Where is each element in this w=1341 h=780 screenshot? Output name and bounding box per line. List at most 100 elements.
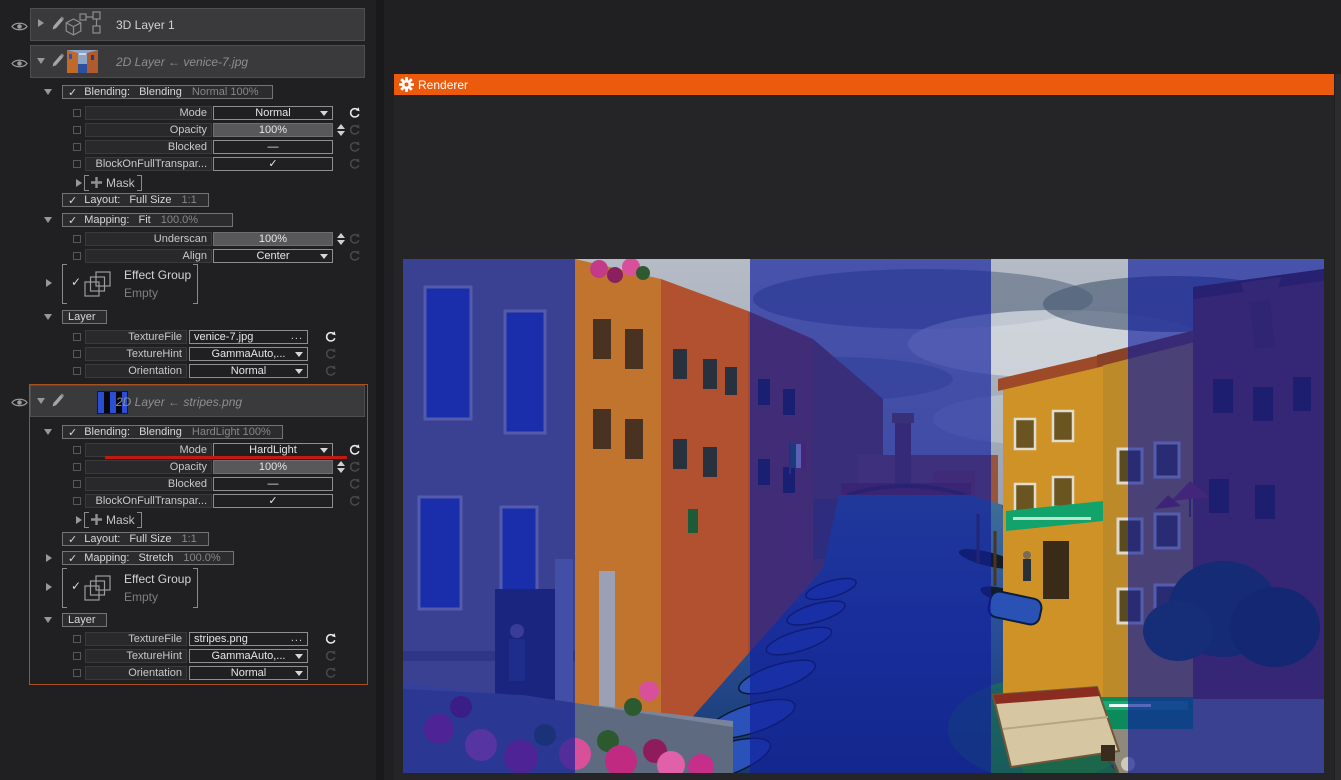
animate-checkbox[interactable]	[73, 235, 81, 243]
expander-collapsed-icon[interactable]	[38, 19, 44, 27]
stripes-orientation-row: Orientation Normal	[0, 666, 368, 682]
opacity-input[interactable]: 100%	[213, 123, 333, 137]
venice-mapping-header[interactable]: ✓ Mapping: Fit 100.0%	[62, 213, 233, 227]
value-stepper[interactable]	[337, 124, 346, 137]
animate-checkbox[interactable]	[73, 109, 81, 117]
blockonfull-label: BlockOnFullTranspar...	[85, 157, 212, 171]
texturehint-dropdown[interactable]: GammaAuto,...	[189, 649, 308, 663]
pencil-icon	[51, 16, 64, 36]
reset-icon[interactable]	[348, 141, 360, 153]
animate-checkbox[interactable]	[73, 635, 81, 643]
expander-collapsed-icon[interactable]	[46, 279, 52, 287]
blocked-toggle[interactable]: —	[213, 477, 333, 491]
venice-blending-header[interactable]: ✓ Blending: Blending Normal 100%	[62, 85, 273, 99]
blockonfull-toggle[interactable]: ✓	[213, 494, 333, 508]
align-dropdown[interactable]: Center	[213, 249, 333, 263]
opacity-input[interactable]: 100%	[213, 460, 333, 474]
animate-checkbox[interactable]	[73, 333, 81, 341]
browse-button[interactable]: ...	[291, 330, 303, 342]
stripes-mapping-header[interactable]: ✓ Mapping: Stretch 100.0%	[62, 551, 234, 565]
layer-thumbnail-venice	[67, 50, 98, 78]
animate-checkbox[interactable]	[73, 446, 81, 454]
align-label: Align	[85, 249, 212, 263]
eye-icon[interactable]	[11, 19, 28, 37]
venice-layout-header[interactable]: ✓ Layout: Full Size 1:1	[62, 193, 209, 207]
reset-icon[interactable]	[324, 348, 336, 360]
expander-open-icon[interactable]	[44, 217, 52, 223]
orientation-dropdown[interactable]: Normal	[189, 666, 308, 680]
expander-open-icon[interactable]	[44, 617, 52, 623]
expander-open-icon[interactable]	[44, 314, 52, 320]
animate-checkbox[interactable]	[73, 669, 81, 677]
mapping-percent: 100.0%	[161, 214, 198, 226]
animate-checkbox[interactable]	[73, 367, 81, 375]
reset-icon[interactable]	[348, 478, 360, 490]
stripes-blending-header[interactable]: ✓ Blending: Blending HardLight 100%	[62, 425, 283, 439]
stripes-opacity-row: Opacity 100%	[0, 460, 368, 476]
reset-icon[interactable]	[348, 233, 360, 245]
reset-icon[interactable]	[324, 650, 336, 662]
animate-checkbox[interactable]	[73, 350, 81, 358]
expander-collapsed-icon[interactable]	[46, 583, 52, 591]
venice-layer-section-header[interactable]: Layer	[62, 310, 107, 324]
reset-icon[interactable]	[324, 633, 336, 645]
layer-header-stripes[interactable]: 2D Layer ← stripes.png	[30, 385, 365, 417]
expander-open-icon[interactable]	[44, 89, 52, 95]
expander-open-icon[interactable]	[44, 429, 52, 435]
texturehint-dropdown[interactable]: GammaAuto,...	[189, 347, 308, 361]
animate-checkbox[interactable]	[73, 463, 81, 471]
value-stepper[interactable]	[337, 461, 346, 474]
animate-checkbox[interactable]	[73, 497, 81, 505]
mode-dropdown[interactable]: Normal	[213, 106, 333, 120]
plus-icon[interactable]	[91, 177, 102, 191]
browse-button[interactable]: ...	[291, 632, 303, 644]
reset-icon[interactable]	[348, 158, 360, 170]
effect-group-state: Empty	[124, 286, 158, 300]
mapping-percent: 100.0%	[183, 552, 220, 564]
reset-icon[interactable]	[348, 124, 360, 136]
eye-icon[interactable]	[11, 56, 28, 74]
reset-icon[interactable]	[348, 495, 360, 507]
expander-collapsed-icon[interactable]	[76, 179, 82, 187]
underscan-input[interactable]: 100%	[213, 232, 333, 246]
expander-collapsed-icon[interactable]	[76, 516, 82, 524]
animate-checkbox[interactable]	[73, 160, 81, 168]
animate-checkbox[interactable]	[73, 252, 81, 260]
animate-checkbox[interactable]	[73, 652, 81, 660]
reset-icon[interactable]	[348, 107, 360, 119]
texturefile-input[interactable]: venice-7.jpg...	[189, 330, 308, 344]
eye-icon[interactable]	[11, 395, 28, 413]
mapping-value: Fit	[138, 214, 150, 226]
layer-header-3d[interactable]: 3D Layer 1	[30, 8, 365, 41]
animate-checkbox[interactable]	[73, 126, 81, 134]
expander-open-icon[interactable]	[37, 58, 45, 64]
orientation-dropdown[interactable]: Normal	[189, 364, 308, 378]
expander-open-icon[interactable]	[37, 398, 45, 404]
expander-collapsed-icon[interactable]	[46, 554, 52, 562]
value-stepper[interactable]	[337, 233, 346, 246]
plus-icon[interactable]	[91, 514, 102, 528]
venice-opacity-row: Opacity 100%	[0, 123, 368, 139]
animate-checkbox[interactable]	[73, 143, 81, 151]
animate-checkbox[interactable]	[73, 480, 81, 488]
blocked-toggle[interactable]: —	[213, 140, 333, 154]
stripes-layer-section-header[interactable]: Layer	[62, 613, 107, 627]
reset-icon[interactable]	[348, 461, 360, 473]
reset-icon[interactable]	[348, 444, 360, 456]
panel-right-edge[interactable]	[1335, 74, 1341, 780]
blockonfull-toggle[interactable]: ✓	[213, 157, 333, 171]
gear-icon[interactable]	[399, 77, 414, 97]
stripes-layout-header[interactable]: ✓ Layout: Full Size 1:1	[62, 532, 209, 546]
check-icon[interactable]: ✓	[71, 275, 81, 289]
venice-align-row: Align Center	[0, 249, 368, 265]
check-icon[interactable]: ✓	[71, 579, 81, 593]
texturefile-input[interactable]: stripes.png...	[189, 632, 308, 646]
layer-header-venice[interactable]: 2D Layer ← venice-7.jpg	[30, 45, 365, 78]
panel-divider[interactable]	[376, 0, 384, 780]
reset-icon[interactable]	[324, 365, 336, 377]
effect-group-state: Empty	[124, 590, 158, 604]
mode-dropdown[interactable]: HardLight	[213, 443, 333, 457]
reset-icon[interactable]	[324, 667, 336, 679]
reset-icon[interactable]	[348, 250, 360, 262]
reset-icon[interactable]	[324, 331, 336, 343]
